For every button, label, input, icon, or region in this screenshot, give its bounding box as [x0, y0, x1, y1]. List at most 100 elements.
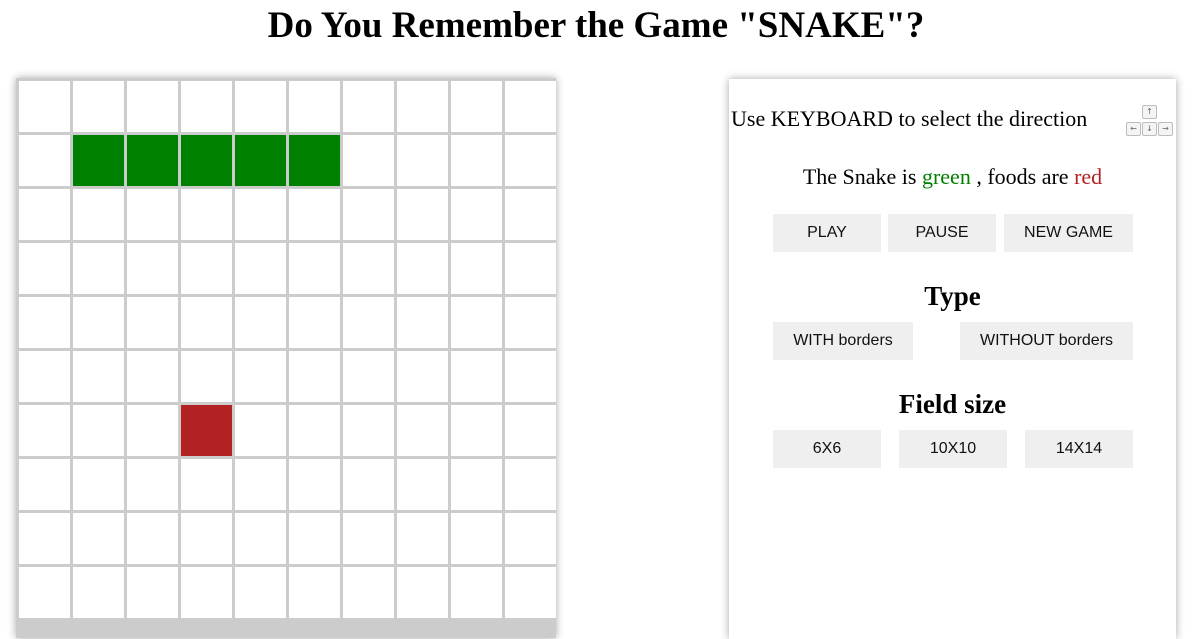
play-button[interactable]: PLAY — [773, 214, 881, 252]
board-cell — [73, 459, 124, 510]
board-cell — [289, 189, 340, 240]
size-14x14-button[interactable]: 14X14 — [1025, 430, 1133, 468]
board-cell — [397, 459, 448, 510]
board-cell — [289, 459, 340, 510]
board-cell — [127, 513, 178, 564]
board-cell — [181, 459, 232, 510]
board-cell — [19, 351, 70, 402]
color-legend: The Snake is green , foods are red — [729, 163, 1176, 191]
board-cell — [343, 351, 394, 402]
board-cell — [451, 189, 502, 240]
board-cell — [505, 135, 556, 186]
board-cell — [505, 243, 556, 294]
board-cell — [505, 459, 556, 510]
board-cell — [235, 189, 286, 240]
board-cell — [397, 189, 448, 240]
arrow-keys-icon: ↑ ← ↓ → — [1125, 103, 1175, 139]
arrow-right-key-icon: → — [1158, 122, 1173, 136]
board-cell — [451, 513, 502, 564]
board-cell — [127, 243, 178, 294]
legend-food-color: red — [1074, 164, 1103, 189]
board-cell — [397, 297, 448, 348]
keyboard-instruction: Use KEYBOARD to select the direction — [731, 106, 1088, 131]
board-cell — [235, 81, 286, 132]
board-cell — [19, 297, 70, 348]
snake-segment — [235, 135, 286, 186]
board-cell — [73, 243, 124, 294]
snake-segment — [127, 135, 178, 186]
board-cell — [73, 351, 124, 402]
board-cell — [289, 81, 340, 132]
board-cell — [451, 243, 502, 294]
board-cell — [19, 567, 70, 618]
board-cell — [235, 351, 286, 402]
board-cell — [127, 189, 178, 240]
control-panel: Use KEYBOARD to select the direction ↑ ←… — [729, 79, 1176, 639]
pause-button[interactable]: PAUSE — [888, 214, 996, 252]
board-cell — [343, 513, 394, 564]
board-cell — [397, 243, 448, 294]
board-cell — [343, 405, 394, 456]
board-cell — [289, 405, 340, 456]
type-heading: Type — [924, 281, 981, 311]
snake-segment — [289, 135, 340, 186]
board-cell — [73, 405, 124, 456]
board-cell — [235, 459, 286, 510]
board-cell — [289, 567, 340, 618]
board-cell — [181, 189, 232, 240]
board-cell — [397, 351, 448, 402]
board-cell — [343, 459, 394, 510]
board-cell — [505, 405, 556, 456]
board-cell — [19, 243, 70, 294]
board-cell — [505, 351, 556, 402]
without-borders-button[interactable]: WITHOUT borders — [960, 322, 1133, 360]
board-cell — [235, 405, 286, 456]
board-cell — [235, 567, 286, 618]
board-cell — [181, 81, 232, 132]
board-cell — [343, 567, 394, 618]
board-cell — [505, 513, 556, 564]
board-cell — [181, 351, 232, 402]
legend-prefix: The Snake is — [802, 164, 917, 189]
board-cell — [451, 81, 502, 132]
board-cell — [127, 459, 178, 510]
board-cell — [19, 135, 70, 186]
field-size-heading: Field size — [898, 389, 1007, 419]
board-cell — [505, 81, 556, 132]
board-cell — [19, 189, 70, 240]
board-cell — [343, 81, 394, 132]
size-6x6-button[interactable]: 6X6 — [773, 430, 881, 468]
board-cell — [289, 297, 340, 348]
board-cell — [343, 189, 394, 240]
board-cell — [19, 459, 70, 510]
board-cell — [19, 405, 70, 456]
snake-segment — [181, 135, 232, 186]
legend-snake-color: green — [921, 164, 971, 189]
game-board[interactable] — [16, 78, 556, 638]
board-cell — [127, 405, 178, 456]
board-cell — [343, 297, 394, 348]
arrow-left-key-icon: ← — [1126, 122, 1141, 136]
board-cell — [73, 567, 124, 618]
with-borders-button[interactable]: WITH borders — [773, 322, 913, 360]
size-10x10-button[interactable]: 10X10 — [899, 430, 1007, 468]
board-cell — [127, 81, 178, 132]
board-cell — [343, 243, 394, 294]
board-cell — [397, 135, 448, 186]
board-cell — [73, 297, 124, 348]
new-game-button[interactable]: NEW GAME — [1004, 214, 1133, 252]
board-cell — [73, 189, 124, 240]
board-cell — [451, 459, 502, 510]
board-cell — [181, 567, 232, 618]
board-cell — [289, 243, 340, 294]
board-cell — [73, 513, 124, 564]
board-cell — [397, 81, 448, 132]
board-cell — [235, 513, 286, 564]
board-cell — [505, 297, 556, 348]
arrow-up-key-icon: ↑ — [1142, 105, 1157, 119]
board-cell — [235, 243, 286, 294]
page-title: Do You Remember the Game "SNAKE"? — [267, 5, 925, 46]
board-cell — [451, 135, 502, 186]
snake-segment — [73, 135, 124, 186]
board-cell — [19, 81, 70, 132]
